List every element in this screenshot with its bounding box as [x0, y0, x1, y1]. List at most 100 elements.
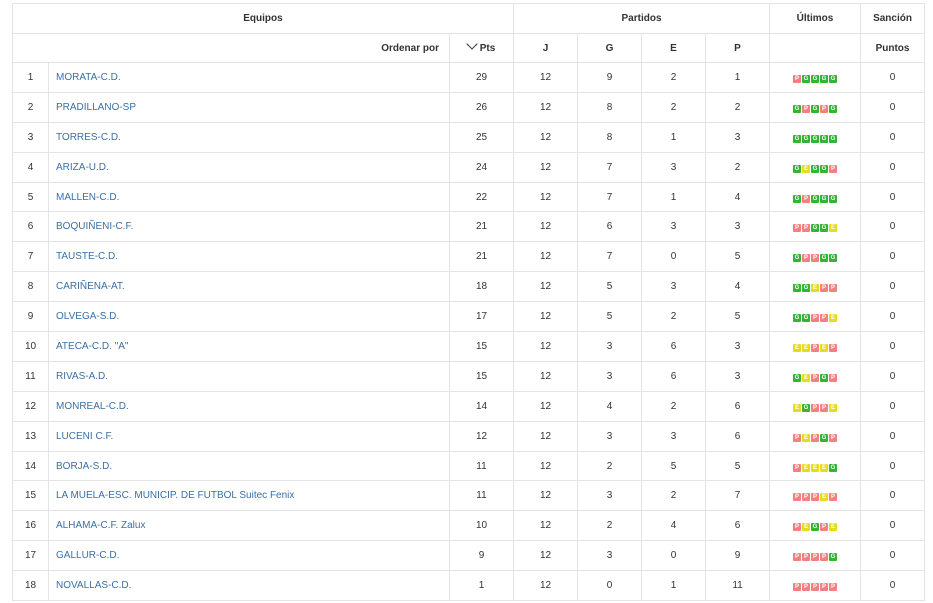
table-row[interactable]: 18 NOVALLAS-C.D. 1 12 0 1 11 P P P P P 0: [12, 570, 926, 602]
table-row[interactable]: 4 ARIZA-U.D. 24 12 7 3 2 G E G G P 0: [12, 151, 926, 183]
form-badge: E: [811, 463, 820, 472]
form-badges: PEEEG: [793, 463, 838, 472]
won-cell: 2: [577, 450, 642, 482]
pts-cell: 1: [449, 570, 514, 602]
pts-cell: 11: [449, 480, 514, 512]
table-row[interactable]: 15 LA MUELA-ESC. MUNICIP. DE FUTBOL Suite…: [12, 480, 926, 512]
team-link[interactable]: PRADILLANO-SP: [48, 91, 450, 123]
team-link[interactable]: MALLEN-C.D.: [48, 181, 450, 213]
form-badges: GEPGP: [793, 373, 838, 382]
form-badge: G: [811, 74, 820, 83]
team-link[interactable]: ALHAMA-C.F. Zalux: [48, 510, 450, 542]
form-badge: G: [820, 224, 829, 233]
position-cell: 2: [12, 91, 49, 123]
team-link[interactable]: RIVAS-A.D.: [48, 360, 450, 392]
team-link[interactable]: TORRES-C.D.: [48, 121, 450, 153]
header-p[interactable]: P: [704, 33, 771, 63]
pts-cell: 25: [449, 121, 514, 153]
form-badge: E: [829, 224, 838, 233]
header-e[interactable]: E: [641, 33, 706, 63]
table-row[interactable]: 6 BOQUIÑENI-C.F. 21 12 6 3 3 P P G G E 0: [12, 211, 926, 243]
chevron-down-icon: [466, 37, 478, 50]
lost-cell: 5: [704, 450, 771, 482]
table-row[interactable]: 2 PRADILLANO-SP 26 12 8 2 2 G P G P G 0: [12, 91, 926, 123]
team-link[interactable]: LA MUELA-ESC. MUNICIP. DE FUTBOL Suitec …: [48, 480, 450, 512]
team-link[interactable]: MONREAL-C.D.: [48, 390, 450, 422]
form-badge: P: [829, 164, 838, 173]
table-row[interactable]: 12 MONREAL-C.D. 14 12 4 2 6 E G P P E 0: [12, 390, 926, 422]
lost-cell: 3: [704, 360, 771, 392]
played-cell: 12: [513, 241, 578, 273]
sort-pts-button[interactable]: Pts: [449, 33, 514, 63]
table-row[interactable]: 11 RIVAS-A.D. 15 12 3 6 3 G E P G P 0: [12, 360, 926, 392]
team-link[interactable]: BOQUIÑENI-C.F.: [48, 211, 450, 243]
form-badge: P: [820, 523, 829, 532]
table-row[interactable]: 9 OLVEGA-S.D. 17 12 5 2 5 G G P P E 0: [12, 301, 926, 333]
form-badge: G: [793, 314, 802, 323]
position-cell: 16: [12, 510, 49, 542]
table-row[interactable]: 17 GALLUR-C.D. 9 12 3 0 9 P P P P G 0: [12, 540, 926, 572]
form-badge: E: [802, 433, 811, 442]
table-row[interactable]: 8 CARIÑENA-AT. 18 12 5 3 4 G G E P P 0: [12, 271, 926, 303]
form-badge: E: [802, 523, 811, 532]
sancion-cell: 0: [860, 570, 926, 602]
won-cell: 8: [577, 91, 642, 123]
table-row[interactable]: 16 ALHAMA-C.F. Zalux 10 12 2 4 6 P E G P E 0: [12, 510, 926, 542]
form-cell: GGPPE: [769, 301, 862, 333]
table-row[interactable]: 14 BORJA-S.D. 11 12 2 5 5 P E E E G 0: [12, 450, 926, 482]
won-cell: 7: [577, 181, 642, 213]
table-row[interactable]: 13 LUCENI C.F. 12 12 3 3 6 P E P G P 0: [12, 420, 926, 452]
position-cell: 3: [12, 121, 49, 153]
form-badge: P: [802, 493, 811, 502]
form-badge: P: [829, 373, 838, 382]
form-badge: G: [802, 284, 811, 293]
position-cell: 8: [12, 271, 49, 303]
table-row[interactable]: 1 MORATA-C.D. 29 12 9 2 1 P G G G G 0: [12, 62, 926, 93]
team-link[interactable]: LUCENI C.F.: [48, 420, 450, 452]
header-j[interactable]: J: [513, 33, 578, 63]
sancion-cell: 0: [860, 510, 926, 542]
form-badge: E: [820, 493, 829, 502]
drawn-cell: 1: [641, 570, 706, 602]
lost-cell: 11: [704, 570, 771, 602]
header-ultimos-empty: [769, 33, 862, 63]
form-badge: G: [820, 254, 829, 263]
lost-cell: 2: [704, 91, 771, 123]
table-row[interactable]: 5 MALLEN-C.D. 22 12 7 1 4 G P G G G 0: [12, 181, 926, 213]
sancion-cell: 0: [860, 271, 926, 303]
team-link[interactable]: BORJA-S.D.: [48, 450, 450, 482]
form-badge: G: [811, 194, 820, 203]
header-g[interactable]: G: [577, 33, 642, 63]
drawn-cell: 3: [641, 420, 706, 452]
position-cell: 1: [12, 62, 49, 93]
team-link[interactable]: OLVEGA-S.D.: [48, 301, 450, 333]
team-link[interactable]: GALLUR-C.D.: [48, 540, 450, 572]
table-row[interactable]: 3 TORRES-C.D. 25 12 8 1 3 G G G G G 0: [12, 121, 926, 153]
team-link[interactable]: TAUSTE-C.D.: [48, 241, 450, 273]
team-link[interactable]: MORATA-C.D.: [48, 62, 450, 93]
table-row[interactable]: 10 ATECA-C.D. "A" 15 12 3 6 3 E E P E P 0: [12, 331, 926, 362]
pts-cell: 21: [449, 241, 514, 273]
played-cell: 12: [513, 271, 578, 303]
form-badge: G: [793, 373, 802, 382]
form-cell: GGEPP: [769, 271, 862, 303]
form-badge: G: [811, 134, 820, 143]
team-link[interactable]: CARIÑENA-AT.: [48, 271, 450, 303]
team-link[interactable]: ATECA-C.D. "A": [48, 331, 450, 362]
form-badges: PPPPG: [793, 553, 838, 562]
won-cell: 3: [577, 480, 642, 512]
table-row[interactable]: 7 TAUSTE-C.D. 21 12 7 0 5 G P P G G 0: [12, 241, 926, 273]
form-cell: PEGPE: [769, 510, 862, 542]
form-badge: P: [811, 433, 820, 442]
form-badge: G: [811, 104, 820, 113]
team-link[interactable]: NOVALLAS-C.D.: [48, 570, 450, 602]
won-cell: 5: [577, 301, 642, 333]
form-badge: E: [829, 403, 838, 412]
header-row-groups: Equipos Partidos Últimos Sanción: [12, 3, 926, 34]
form-badge: E: [829, 314, 838, 323]
sancion-cell: 0: [860, 241, 926, 273]
team-link[interactable]: ARIZA-U.D.: [48, 151, 450, 183]
form-badges: GGGGG: [793, 134, 838, 143]
form-badge: G: [811, 224, 820, 233]
played-cell: 12: [513, 570, 578, 602]
